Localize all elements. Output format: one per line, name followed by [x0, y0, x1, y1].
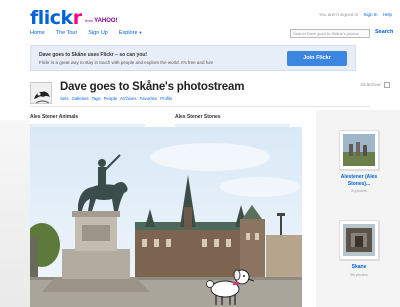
set-card-alestener[interactable]: Alestener (Ales Stones)... 8 photos — [336, 130, 382, 193]
signin-status: You aren't signed in — [318, 12, 359, 17]
link-favorites[interactable]: Favorites — [140, 96, 158, 101]
signup-notice: Dave goes to Skåne uses Flickr – so can … — [30, 45, 356, 71]
nav-signup[interactable]: Sign Up — [88, 30, 108, 36]
link-sets[interactable]: Sets — [60, 96, 69, 101]
slideshow-control[interactable]: Slideshow — [360, 82, 390, 88]
set-title-animals[interactable]: Ales Stener Animals — [30, 114, 78, 120]
nav-explore-label: Explore — [118, 30, 138, 36]
notice-headline: Dave goes to Skåne uses Flickr – so can … — [39, 52, 148, 58]
link-people[interactable]: People — [104, 96, 117, 101]
main-photo[interactable] — [30, 127, 302, 307]
nav-tour[interactable]: The Tour — [56, 30, 78, 36]
grid-view-icon[interactable] — [384, 82, 390, 88]
link-galleries[interactable]: Galleries — [72, 96, 89, 101]
set-count: 98 photos — [350, 271, 368, 277]
notice-text: Flickr is a great way to stay in touch w… — [39, 60, 214, 65]
sets-sidebar: Alestener (Ales Stones)... 8 photos Skan… — [316, 110, 400, 307]
set-thumbnail[interactable] — [339, 130, 379, 170]
set-card-skane[interactable]: Skane 98 photos — [336, 220, 382, 277]
slideshow-label: Slideshow — [360, 82, 381, 88]
link-archives[interactable]: Archives — [120, 96, 136, 101]
help-link[interactable]: Help — [383, 12, 392, 17]
join-flickr-button[interactable]: Join Flickr — [287, 51, 347, 66]
site-header: flickr from YAHOO! Home The Tour Sign Up… — [0, 0, 400, 40]
set-name[interactable]: Alestener (Ales Stones)... — [336, 174, 382, 187]
top-nav: Home The Tour Sign Up Explore▼ — [30, 30, 142, 36]
signin-area: You aren't signed in Sign In Help — [319, 12, 392, 17]
flickr-logo[interactable]: flickr — [30, 8, 82, 28]
signin-link[interactable]: Sign In — [363, 12, 377, 17]
photostream-links: Sets Galleries Tags People Archives Favo… — [60, 96, 172, 101]
nav-home[interactable]: Home — [30, 30, 45, 36]
set-name[interactable]: Skane — [336, 264, 382, 271]
set-title-stones[interactable]: Ales Stener Stones — [175, 114, 221, 120]
link-profile[interactable]: Profile — [160, 96, 172, 101]
buddy-icon[interactable] — [30, 82, 52, 104]
search-input[interactable]: Search Dave goes to Skåne's photos — [290, 29, 370, 38]
search-button[interactable]: Search — [375, 29, 393, 35]
yahoo-tagline: from YAHOO! — [85, 18, 118, 24]
link-tags[interactable]: Tags — [92, 96, 101, 101]
photostream-title: Dave goes to Skåne's photostream — [60, 81, 245, 93]
header-divider — [30, 106, 370, 107]
page-edge — [0, 120, 30, 307]
nav-explore[interactable]: Explore▼ — [119, 30, 143, 36]
set-thumbnail[interactable] — [339, 220, 379, 260]
chevron-down-icon: ▼ — [138, 30, 143, 35]
set-count: 8 photos — [351, 188, 367, 193]
